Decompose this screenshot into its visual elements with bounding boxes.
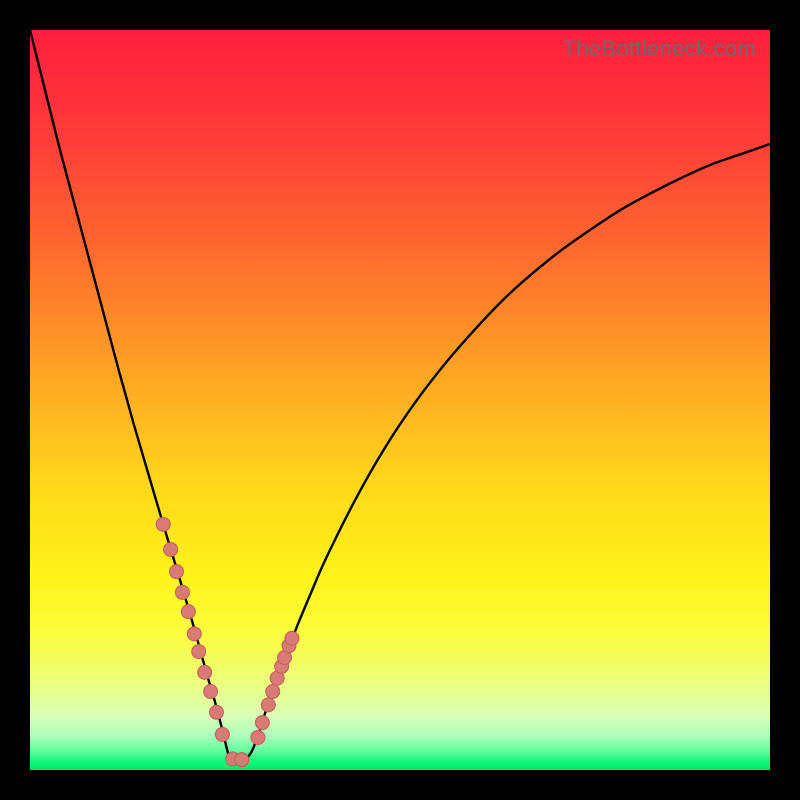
plot-area: TheBottleneck.com (30, 30, 770, 770)
background-gradient (30, 30, 770, 770)
chart-frame: TheBottleneck.com (0, 0, 800, 800)
